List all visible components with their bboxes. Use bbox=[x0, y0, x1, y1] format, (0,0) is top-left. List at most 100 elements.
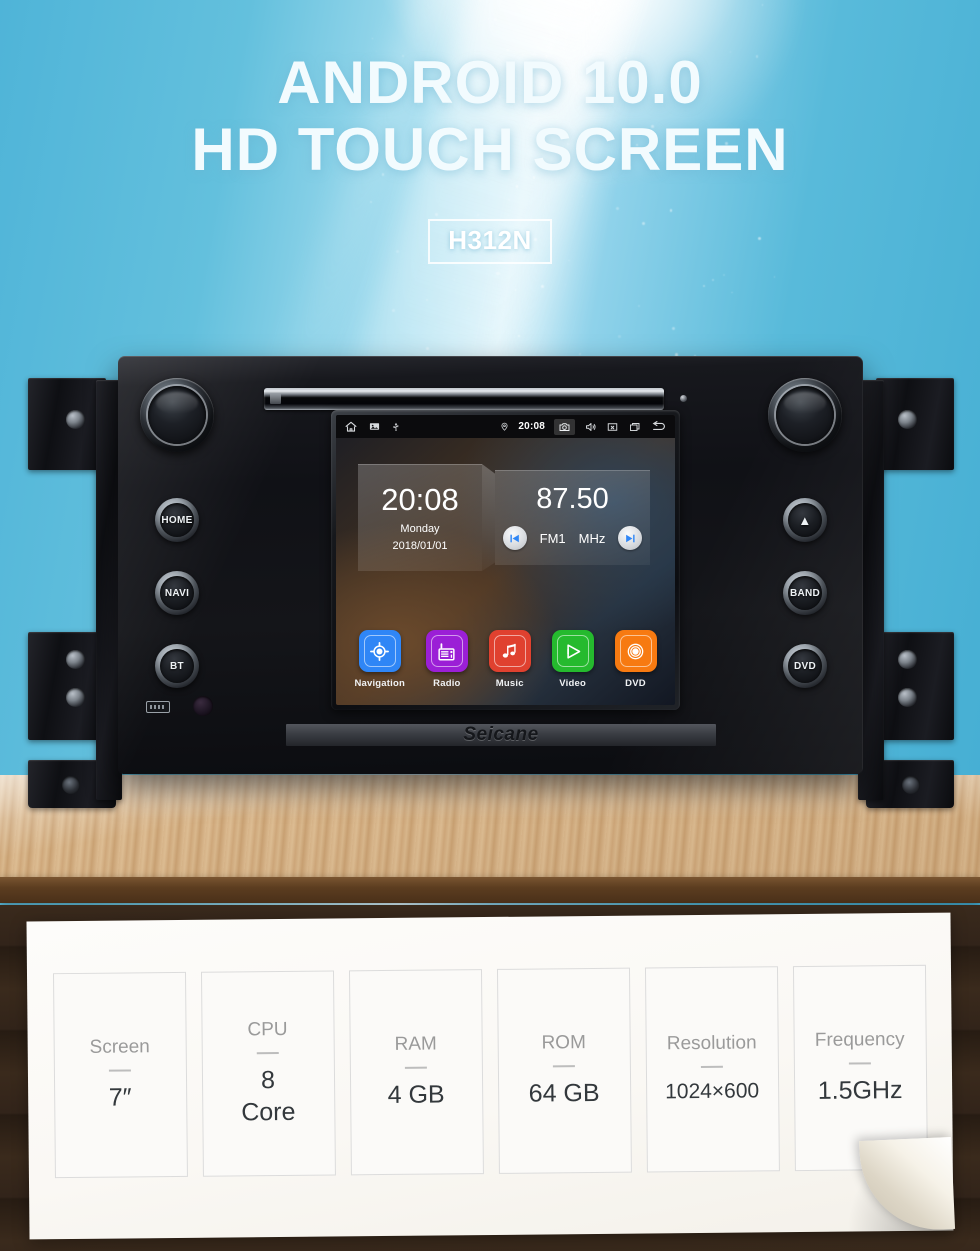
bracket-hole bbox=[898, 650, 917, 669]
bracket-hole bbox=[62, 776, 80, 794]
app-label: DVD bbox=[625, 678, 646, 689]
clock-date: 2018/01/01 bbox=[392, 539, 448, 552]
spec-label: Frequency bbox=[814, 1028, 905, 1051]
navigation-target-icon[interactable] bbox=[358, 630, 401, 672]
app-radio[interactable]: Radio bbox=[425, 630, 468, 689]
spec-value: 64 GB bbox=[528, 1078, 600, 1108]
home-widgets: 20:08 Monday 2018/01/01 87.50 FM1 MHz bbox=[358, 464, 675, 571]
spec-card: Resolution 1024×600 bbox=[644, 966, 780, 1173]
spec-label: ROM bbox=[541, 1031, 586, 1054]
radio-widget[interactable]: 87.50 FM1 MHz bbox=[495, 470, 650, 565]
app-navigation[interactable]: Navigation bbox=[354, 630, 405, 689]
spec-value: 8 Core bbox=[241, 1066, 296, 1126]
navi-button[interactable]: NAVI bbox=[155, 571, 199, 615]
car-stereo-unit: HOME NAVI BT ▲ BAND DVD 20:08 20:08 Mond… bbox=[0, 0, 980, 905]
volume-knob[interactable] bbox=[140, 378, 214, 452]
spec-panel-background: Screen 7″ CPU 8 Core RAM 4 GB ROM 64 GB Resolutio… bbox=[0, 905, 980, 1251]
spec-value: 1024×600 bbox=[665, 1079, 760, 1104]
ir-sensor bbox=[193, 696, 213, 716]
mounting-bracket-left bbox=[28, 378, 106, 470]
bracket-hole bbox=[66, 650, 85, 669]
tuning-knob[interactable] bbox=[768, 378, 842, 452]
usb-icon bbox=[391, 421, 401, 432]
prev-station-button[interactable] bbox=[502, 526, 527, 550]
back-icon[interactable] bbox=[651, 420, 667, 433]
dvd-disc-icon[interactable] bbox=[614, 630, 657, 672]
status-bar-time: 20:08 bbox=[518, 421, 545, 432]
spec-card-row: Screen 7″ CPU 8 Core RAM 4 GB ROM 64 GB Resolutio… bbox=[27, 964, 953, 1179]
home-button-label: HOME bbox=[161, 514, 193, 526]
spec-divider bbox=[256, 1052, 279, 1055]
radio-unit-label: MHz bbox=[578, 530, 606, 546]
radio-band-label: FM1 bbox=[539, 530, 566, 546]
bracket-hole bbox=[898, 688, 917, 707]
camera-icon[interactable] bbox=[554, 418, 575, 435]
spec-label: Resolution bbox=[666, 1032, 757, 1055]
app-label: Radio bbox=[433, 678, 461, 689]
screen-bezel: 20:08 20:08 Monday 2018/01/01 87.50 FM1 … bbox=[331, 410, 680, 710]
spec-paper-sheet: Screen 7″ CPU 8 Core RAM 4 GB ROM 64 GB Resolutio… bbox=[26, 912, 956, 1240]
video-play-icon[interactable] bbox=[551, 630, 594, 672]
radio-frequency: 87.50 bbox=[536, 483, 609, 515]
navi-button-label: NAVI bbox=[164, 587, 190, 599]
clock-widget[interactable]: 20:08 Monday 2018/01/01 bbox=[358, 464, 482, 571]
dvd-button-label: DVD bbox=[793, 660, 816, 672]
spec-divider bbox=[848, 1062, 871, 1065]
music-note-icon[interactable] bbox=[488, 630, 531, 672]
product-banner: ANDROID 10.0 HD TOUCH SCREEN H312N HOME … bbox=[0, 0, 980, 1251]
radio-icon[interactable] bbox=[425, 630, 468, 672]
spec-value: 4 GB bbox=[387, 1080, 445, 1109]
spec-divider bbox=[404, 1066, 427, 1069]
spec-divider bbox=[552, 1065, 575, 1068]
usb-port bbox=[146, 701, 170, 713]
touch-screen[interactable]: 20:08 20:08 Monday 2018/01/01 87.50 FM1 … bbox=[336, 415, 675, 705]
app-music[interactable]: Music bbox=[488, 630, 531, 689]
bracket-hole bbox=[66, 410, 85, 429]
eject-button[interactable]: ▲ bbox=[783, 498, 827, 542]
model-badge: H312N bbox=[0, 219, 980, 264]
spec-label: CPU bbox=[247, 1019, 288, 1041]
bracket-hole bbox=[902, 776, 920, 794]
app-label: Music bbox=[495, 678, 524, 689]
status-led bbox=[680, 395, 687, 402]
location-pin-icon bbox=[500, 421, 509, 432]
spec-card: ROM 64 GB bbox=[496, 967, 632, 1174]
mounting-bracket-right-mid bbox=[876, 632, 954, 740]
home-icon[interactable] bbox=[344, 420, 358, 434]
band-button-label: BAND bbox=[789, 587, 821, 599]
band-button[interactable]: BAND bbox=[783, 571, 827, 615]
stereo-faceplate: HOME NAVI BT ▲ BAND DVD 20:08 20:08 Mond… bbox=[118, 356, 863, 774]
app-video[interactable]: Video bbox=[551, 630, 594, 689]
home-button[interactable]: HOME bbox=[155, 498, 199, 542]
volume-icon[interactable] bbox=[584, 421, 597, 433]
bracket-hole bbox=[898, 410, 917, 429]
image-icon bbox=[369, 421, 380, 432]
brand-logo: Seicane bbox=[463, 724, 539, 745]
spec-card: CPU 8 Core bbox=[200, 970, 336, 1177]
recents-icon[interactable] bbox=[628, 421, 642, 433]
bt-button-label: BT bbox=[170, 660, 184, 672]
mounting-bracket-left-mid bbox=[28, 632, 106, 740]
next-station-button[interactable] bbox=[618, 526, 643, 550]
bracket-hole bbox=[66, 688, 85, 707]
spec-label: Screen bbox=[89, 1036, 150, 1058]
spec-divider bbox=[700, 1066, 723, 1069]
disc-slot[interactable] bbox=[264, 388, 664, 410]
disc-slot-nub bbox=[270, 393, 281, 404]
clock-weekday: Monday bbox=[400, 522, 440, 535]
spec-value: 7″ bbox=[108, 1083, 132, 1112]
bt-button[interactable]: BT bbox=[155, 644, 199, 688]
app-label: Navigation bbox=[354, 678, 405, 689]
mounting-bracket-right bbox=[876, 378, 954, 470]
app-shortcut-row: Navigation Radio Music Video DVD bbox=[336, 630, 675, 689]
spec-card: Screen 7″ bbox=[52, 971, 188, 1179]
eject-icon: ▲ bbox=[798, 512, 812, 528]
close-icon[interactable] bbox=[606, 421, 619, 433]
app-dvd[interactable]: DVD bbox=[614, 630, 657, 689]
dvd-button[interactable]: DVD bbox=[783, 644, 827, 688]
brand-strip: Seicane bbox=[286, 724, 716, 746]
app-label: Video bbox=[559, 678, 586, 689]
spec-card: RAM 4 GB bbox=[348, 969, 484, 1176]
spec-label: RAM bbox=[394, 1033, 437, 1055]
spec-value: 1.5GHz bbox=[817, 1075, 903, 1105]
